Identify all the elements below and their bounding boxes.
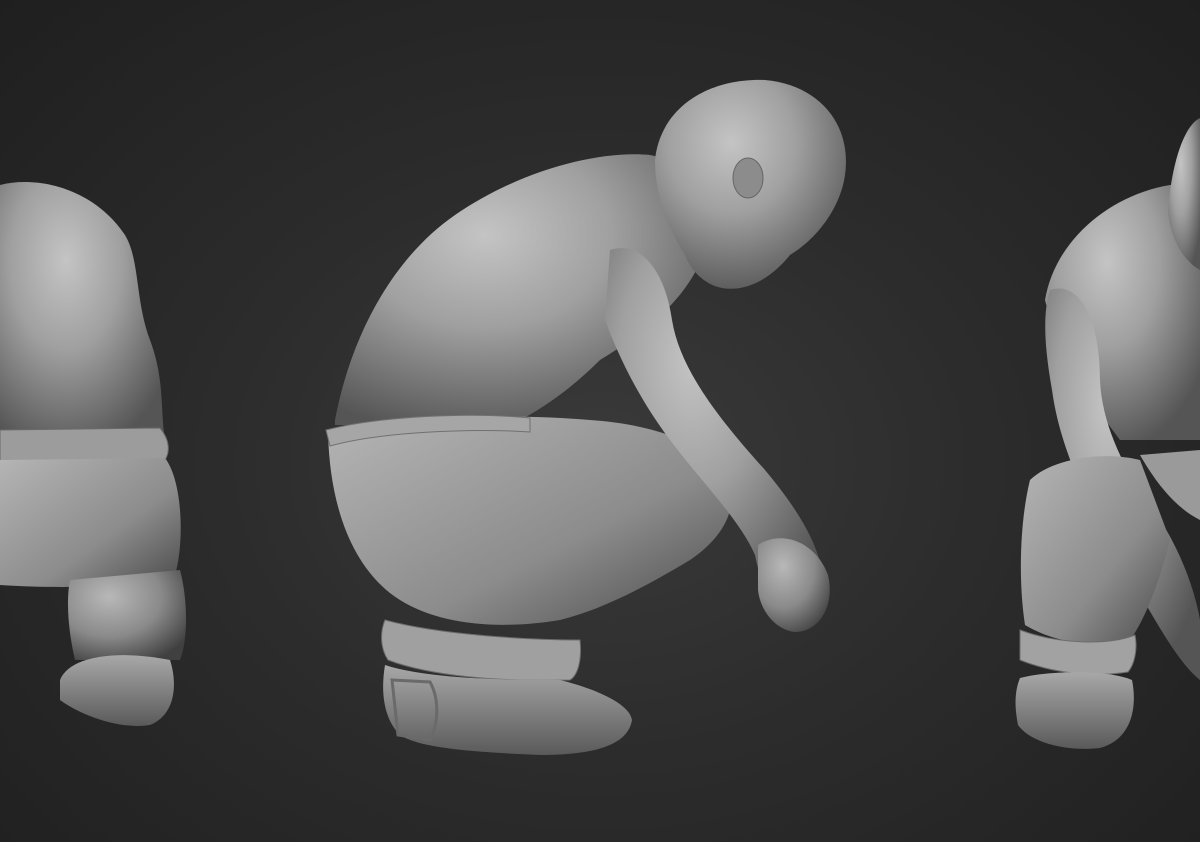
back-shoe bbox=[60, 655, 174, 726]
front-shoe bbox=[1015, 672, 1134, 749]
back-pants bbox=[0, 458, 181, 587]
side-pants bbox=[328, 416, 732, 625]
figure-front-view bbox=[1015, 118, 1200, 749]
figure-back-view bbox=[0, 182, 186, 726]
front-pants bbox=[1020, 456, 1170, 645]
figure-side-view bbox=[325, 79, 846, 755]
render-canvas bbox=[0, 79, 1200, 755]
side-fist bbox=[758, 538, 830, 632]
side-ear bbox=[732, 157, 764, 199]
back-torso bbox=[0, 182, 165, 445]
sculpt-viewport[interactable] bbox=[0, 0, 1200, 842]
back-waistband bbox=[0, 427, 169, 463]
side-cuff bbox=[381, 619, 581, 681]
back-legs bbox=[67, 570, 186, 660]
